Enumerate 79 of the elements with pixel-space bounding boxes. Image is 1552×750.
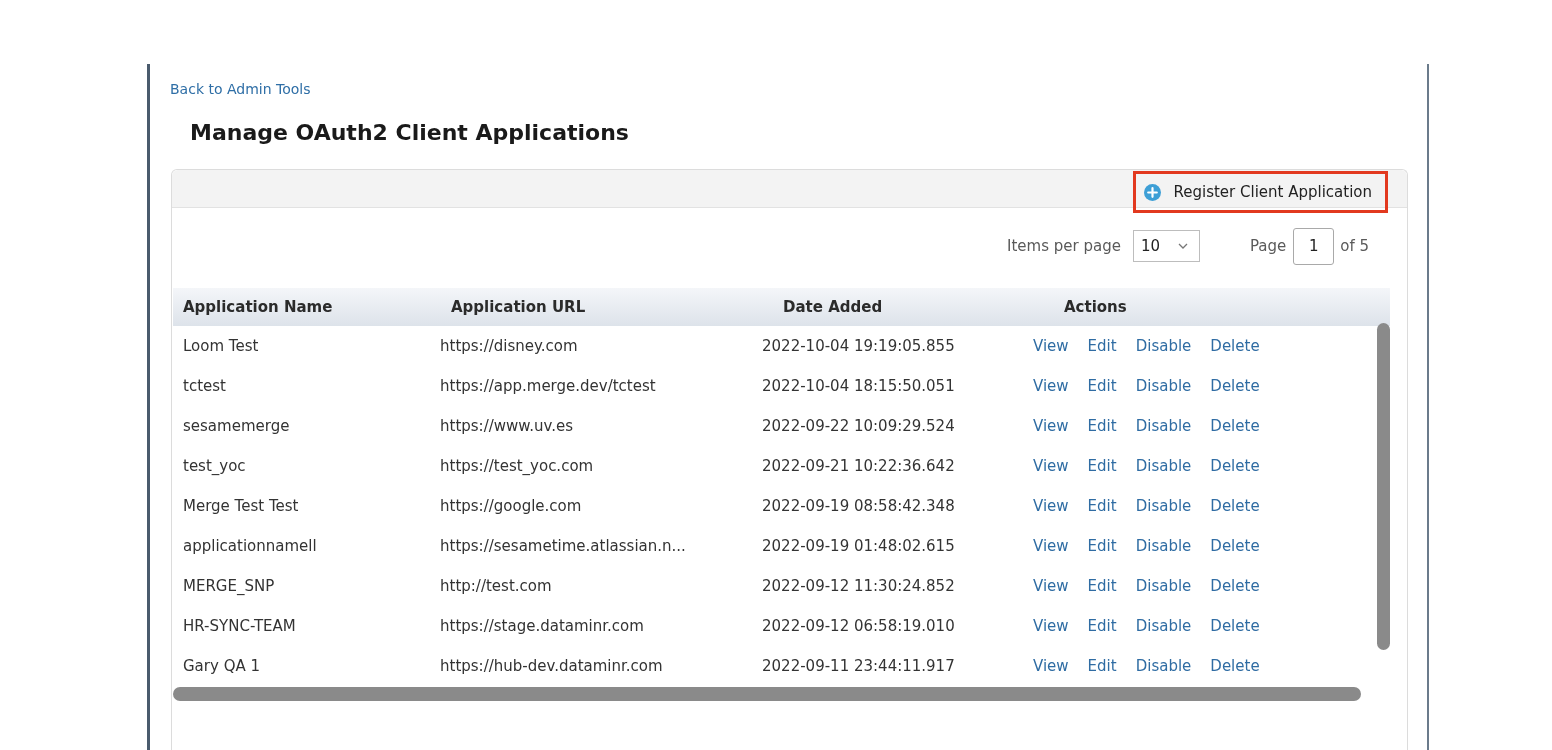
action-link[interactable]: View: [1033, 497, 1069, 515]
action-link[interactable]: Edit: [1087, 417, 1117, 435]
plus-circle-icon: [1144, 183, 1162, 201]
action-link[interactable]: Disable: [1135, 497, 1192, 515]
action-link[interactable]: Edit: [1087, 657, 1117, 675]
table-cell-text: https://stage.dataminr.com: [439, 617, 644, 635]
table-cell-text: https://app.merge.dev/tctest: [439, 377, 656, 395]
column-header: Application URL: [451, 298, 586, 316]
table-cell-text: Loom Test: [182, 337, 259, 355]
chevron-down-icon: [1177, 243, 1188, 249]
action-link[interactable]: Disable: [1135, 377, 1192, 395]
back-link[interactable]: Back to Admin Tools: [170, 81, 311, 98]
action-link[interactable]: Disable: [1135, 617, 1192, 635]
action-link[interactable]: View: [1033, 337, 1069, 355]
table-cell-text: test_yoc: [182, 457, 246, 475]
table-cell-text: tctest: [182, 377, 226, 395]
action-link[interactable]: View: [1033, 417, 1069, 435]
action-link[interactable]: View: [1033, 457, 1069, 475]
items-per-page-select[interactable]: 10: [1132, 230, 1200, 262]
action-link[interactable]: Disable: [1135, 457, 1192, 475]
table-cell-text: https://test_yoc.com: [439, 457, 594, 475]
action-link[interactable]: Disable: [1135, 577, 1192, 595]
table-cell-text: 2022-09-22 10:09:29.524: [761, 417, 955, 435]
action-link[interactable]: View: [1033, 657, 1069, 675]
table-cell-text: HR-SYNC-TEAM: [182, 617, 296, 635]
action-link[interactable]: Delete: [1210, 417, 1260, 435]
table-cell-text: 2022-09-11 23:44:11.917: [761, 657, 955, 675]
table-cell-text: https://hub-dev.dataminr.com: [439, 657, 663, 675]
action-link[interactable]: Delete: [1210, 577, 1260, 595]
column-header: Actions: [1064, 298, 1127, 316]
page-label: Page: [1249, 237, 1287, 255]
action-link[interactable]: Disable: [1135, 337, 1192, 355]
table-cell-text: 2022-09-21 10:22:36.642: [761, 457, 955, 475]
action-link[interactable]: Disable: [1135, 657, 1192, 675]
action-link[interactable]: View: [1033, 377, 1069, 395]
action-link[interactable]: View: [1033, 577, 1069, 595]
action-link[interactable]: Edit: [1087, 577, 1117, 595]
action-link[interactable]: Edit: [1087, 537, 1117, 555]
page-total-label: of 5: [1340, 237, 1369, 255]
table-cell-text: applicationnamell: [182, 537, 317, 555]
action-link[interactable]: Delete: [1210, 617, 1260, 635]
action-link[interactable]: Edit: [1087, 497, 1117, 515]
table-cell-text: 2022-09-19 01:48:02.615: [761, 537, 955, 555]
action-link[interactable]: Disable: [1135, 537, 1192, 555]
table-cell-text: MERGE_SNP: [182, 577, 275, 595]
table-cell-text: 2022-10-04 19:19:05.855: [761, 337, 955, 355]
action-link[interactable]: Delete: [1210, 377, 1260, 395]
table-cell-text: Merge Test Test: [182, 497, 299, 515]
table-cell-text: Gary QA 1: [182, 657, 260, 675]
table-cell-text: 2022-09-12 06:58:19.010: [761, 617, 955, 635]
action-link[interactable]: Delete: [1210, 497, 1260, 515]
column-header: Application Name: [183, 298, 333, 316]
action-link[interactable]: Delete: [1210, 537, 1260, 555]
table-cell-text: https://disney.com: [439, 337, 578, 355]
items-per-page-label: Items per page: [1007, 237, 1121, 255]
action-link[interactable]: Delete: [1210, 457, 1260, 475]
horizontal-scrollbar[interactable]: [173, 687, 1361, 701]
action-link[interactable]: View: [1033, 617, 1069, 635]
vertical-scrollbar[interactable]: [1377, 323, 1390, 650]
action-link[interactable]: Edit: [1087, 457, 1117, 475]
column-header: Date Added: [783, 298, 883, 316]
page-title: Manage OAuth2 Client Applications: [190, 120, 629, 146]
table-cell-text: 2022-09-12 11:30:24.852: [761, 577, 955, 595]
table-cell-text: http://test.com: [439, 577, 552, 595]
action-link[interactable]: Disable: [1135, 417, 1192, 435]
action-link[interactable]: Edit: [1087, 337, 1117, 355]
table-cell-text: sesamemerge: [182, 417, 290, 435]
action-link[interactable]: View: [1033, 537, 1069, 555]
table-cell-text: https://www.uv.es: [439, 417, 573, 435]
page-number-field[interactable]: 1: [1293, 227, 1335, 265]
action-link[interactable]: Edit: [1087, 377, 1117, 395]
action-link[interactable]: Edit: [1087, 617, 1117, 635]
table-cell-text: 2022-09-19 08:58:42.348: [761, 497, 955, 515]
table-cell-text: https://google.com: [439, 497, 582, 515]
table-cell-text: 2022-10-04 18:15:50.051: [761, 377, 955, 395]
table-cell-text: https://sesametime.atlassian.n...: [439, 537, 686, 555]
action-link[interactable]: Delete: [1210, 657, 1260, 675]
register-client-application-button[interactable]: Register Client Application: [1133, 171, 1388, 213]
action-link[interactable]: Delete: [1210, 337, 1260, 355]
